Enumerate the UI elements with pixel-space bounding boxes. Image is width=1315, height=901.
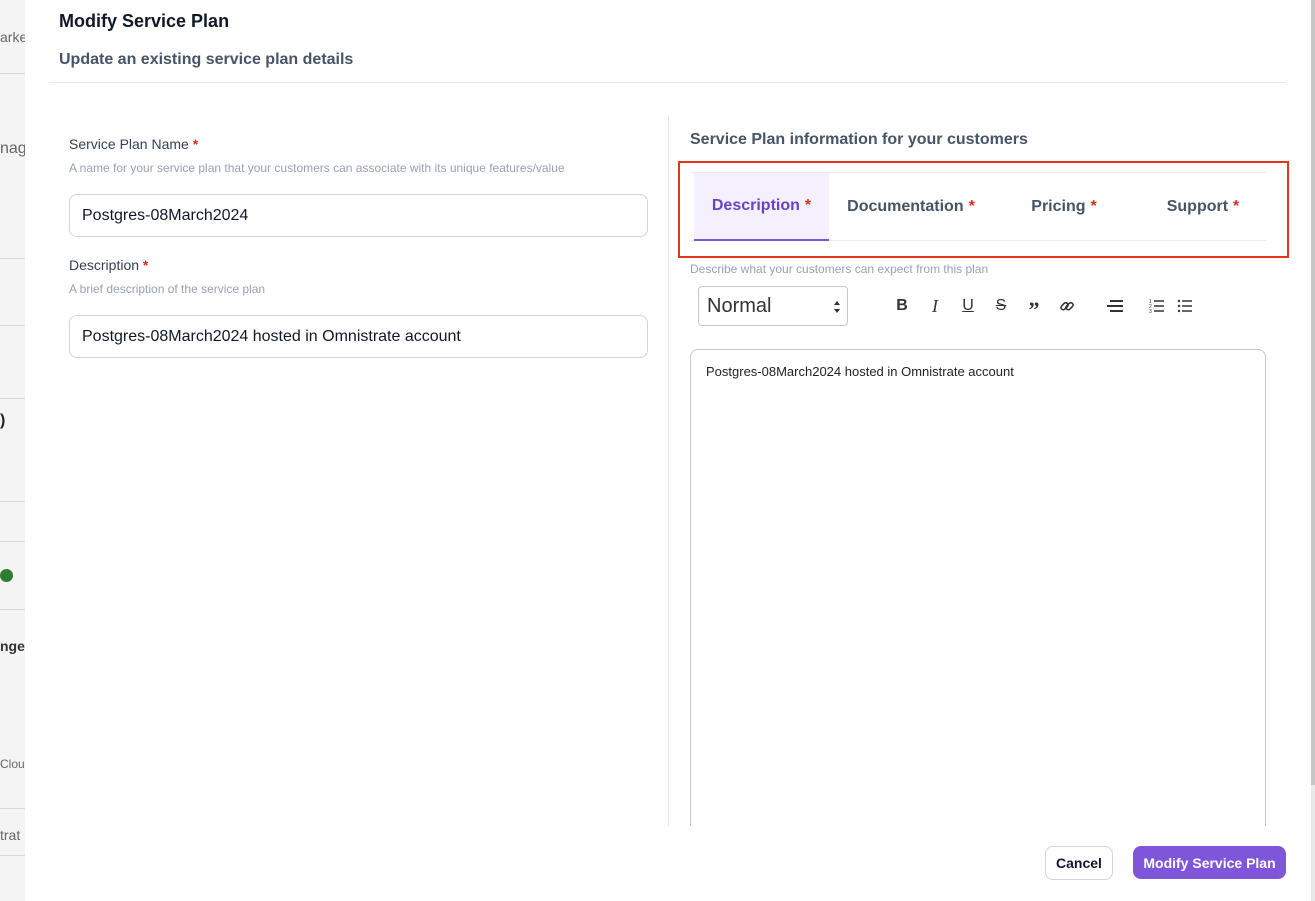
modal-subtitle: Update an existing service plan details: [59, 51, 354, 68]
label-text: Service Plan Name: [69, 136, 189, 152]
required-mark: *: [968, 198, 975, 215]
link-icon[interactable]: [1056, 294, 1078, 318]
tab-label: Description: [711, 197, 800, 214]
format-select-value: Normal: [707, 294, 772, 317]
info-panel-title: Service Plan information for your custom…: [690, 131, 1028, 148]
label-text: Description: [69, 257, 140, 273]
cancel-button[interactable]: Cancel: [1045, 846, 1113, 880]
background-text: Clou: [0, 757, 25, 771]
underline-icon[interactable]: U: [957, 294, 979, 318]
editor-content[interactable]: Postgres-08March2024 hosted in Omnistrat…: [706, 364, 1014, 379]
tab-label: Documentation: [847, 198, 964, 215]
bullet-list-icon[interactable]: [1174, 294, 1196, 318]
required-mark: *: [1233, 198, 1240, 215]
quote-icon[interactable]: ”: [1023, 294, 1045, 322]
svg-text:3: 3: [1149, 309, 1152, 314]
background-text: trat: [0, 827, 21, 843]
background-text: arke: [0, 29, 28, 45]
status-dot-icon: [0, 569, 13, 582]
align-glyph: [1107, 300, 1123, 312]
column-divider: [668, 116, 669, 826]
info-tabs: Description * Documentation * Pricing * Sup…: [691, 172, 1266, 241]
modify-service-plan-button[interactable]: Modify Service Plan: [1133, 846, 1286, 879]
rich-text-editor[interactable]: Postgres-08March2024 hosted in Omnistrat…: [690, 349, 1266, 839]
service-plan-name-help: A name for your service plan that your c…: [69, 161, 565, 175]
tab-pricing[interactable]: Pricing *: [1009, 173, 1119, 241]
description-label: Description *: [69, 257, 148, 273]
page-scrollbar[interactable]: [1311, 0, 1315, 901]
service-plan-name-input[interactable]: [69, 194, 648, 237]
background-text: nag: [0, 140, 27, 157]
required-mark: *: [142, 257, 149, 273]
modal-title: Modify Service Plan: [59, 11, 230, 31]
required-mark: *: [804, 197, 812, 214]
strikethrough-icon[interactable]: S: [990, 294, 1012, 318]
bullet-list-glyph: [1177, 299, 1192, 313]
required-mark: *: [1090, 198, 1097, 215]
required-mark: *: [192, 136, 199, 152]
select-arrows-icon: [834, 301, 840, 313]
ordered-list-icon[interactable]: 1 2 3: [1146, 294, 1168, 318]
tab-label: Pricing: [1031, 198, 1086, 215]
background-text: ): [0, 412, 6, 429]
bold-icon[interactable]: B: [891, 294, 913, 318]
background-text: nge: [0, 638, 25, 654]
link-glyph: [1060, 301, 1074, 311]
italic-icon[interactable]: I: [924, 294, 946, 318]
service-plan-name-label: Service Plan Name *: [69, 136, 198, 152]
tab-label: Support: [1166, 198, 1229, 215]
ordered-list-glyph: 1 2 3: [1149, 299, 1164, 314]
header-divider: [49, 82, 1286, 83]
align-icon[interactable]: [1104, 294, 1126, 318]
description-input[interactable]: [69, 315, 648, 358]
scrollbar-thumb[interactable]: [1311, 0, 1315, 785]
tab-description[interactable]: Description *: [694, 173, 829, 241]
modal-footer: [25, 826, 1311, 901]
description-help: A brief description of the service plan: [69, 282, 266, 296]
tab-support[interactable]: Support *: [1148, 173, 1258, 241]
editor-help-text: Describe what your customers can expect …: [690, 262, 989, 276]
tab-documentation[interactable]: Documentation *: [836, 173, 986, 241]
format-select[interactable]: Normal: [698, 286, 848, 326]
modify-service-plan-modal: Modify Service Plan Update an existing s…: [25, 0, 1311, 901]
